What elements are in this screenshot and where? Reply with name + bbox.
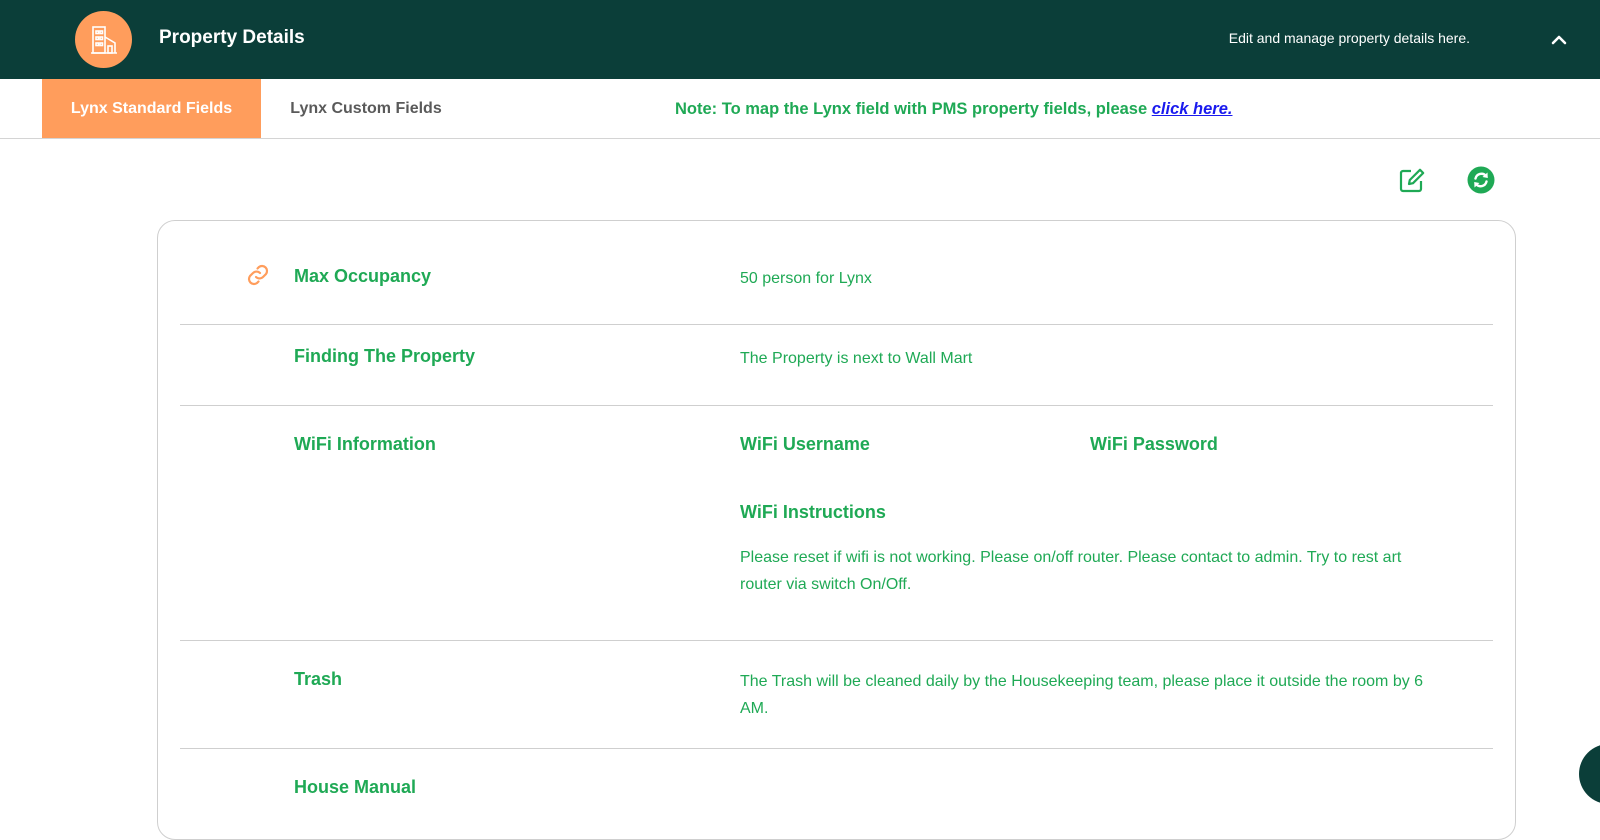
page-subtitle: Edit and manage property details here. [1228,30,1470,46]
max-occupancy-label: Max Occupancy [294,266,432,286]
click-here-link[interactable]: click here. [1152,100,1233,118]
floating-chat-button[interactable] [1579,744,1600,804]
edit-icon [1399,168,1425,193]
property-details-card: Max Occupancy 50 person for Lynx Finding… [157,220,1516,840]
mapping-note-text: Note: To map the Lynx field with PMS pro… [675,100,1152,118]
field-row-house-manual: House Manual [180,749,1493,839]
tab-lynx-custom-fields[interactable]: Lynx Custom Fields [261,79,471,138]
sync-button[interactable] [1466,165,1496,195]
mapping-note: Note: To map the Lynx field with PMS pro… [675,100,1232,119]
max-occupancy-value: 50 person for Lynx [740,270,872,287]
finding-property-value: The Property is next to Wall Mart [740,350,973,367]
field-row-wifi-information: WiFi Information WiFi Username WiFi Pass… [180,406,1493,641]
wifi-instructions-value: Please reset if wifi is not working. Ple… [740,549,1402,593]
trash-value: The Trash will be cleaned daily by the H… [740,673,1424,717]
wifi-information-label: WiFi Information [294,434,436,454]
wifi-username-label: WiFi Username [740,434,870,454]
tab-lynx-standard-fields[interactable]: Lynx Standard Fields [42,79,261,138]
building-icon [75,11,132,68]
edit-button[interactable] [1397,165,1427,195]
page-header: Property Details Edit and manage propert… [0,0,1600,79]
wifi-password-label: WiFi Password [1090,434,1218,454]
trash-label: Trash [294,669,343,689]
house-manual-label: House Manual [294,777,417,797]
field-row-max-occupancy: Max Occupancy 50 person for Lynx [180,221,1493,325]
finding-property-label: Finding The Property [294,346,476,366]
link-icon[interactable] [246,263,270,287]
page-title: Property Details [159,27,305,48]
sync-icon [1467,166,1495,194]
field-row-trash: Trash The Trash will be cleaned daily by… [180,641,1493,749]
field-row-finding-the-property: Finding The Property The Property is nex… [180,325,1493,406]
chevron-up-icon[interactable] [1548,30,1570,50]
wifi-instructions-label: WiFi Instructions [740,502,886,522]
